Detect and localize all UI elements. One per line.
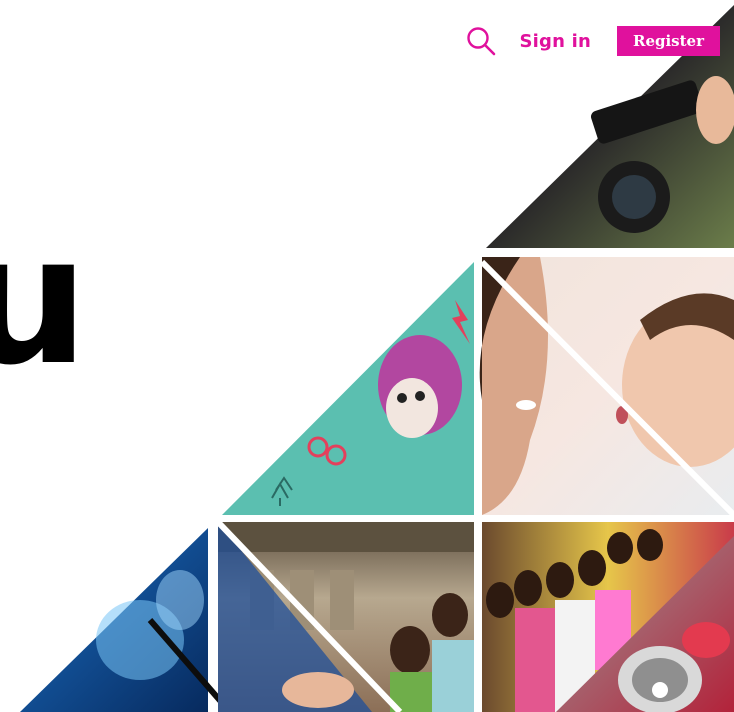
mother-baby-photo (479, 257, 734, 518)
hero-heading-fragment: u (0, 197, 89, 404)
brain-scan-photo (20, 528, 233, 712)
register-button[interactable]: Register (616, 26, 720, 56)
children-building-photo (215, 519, 474, 712)
page: u Sign in Register (0, 0, 734, 712)
header-actions: Sign in Register (466, 26, 720, 56)
photo-mosaic (20, 5, 734, 712)
search-icon[interactable] (466, 26, 496, 56)
sign-in-link[interactable]: Sign in (520, 31, 591, 52)
illustrated-girl-glasses-tile (222, 262, 474, 515)
